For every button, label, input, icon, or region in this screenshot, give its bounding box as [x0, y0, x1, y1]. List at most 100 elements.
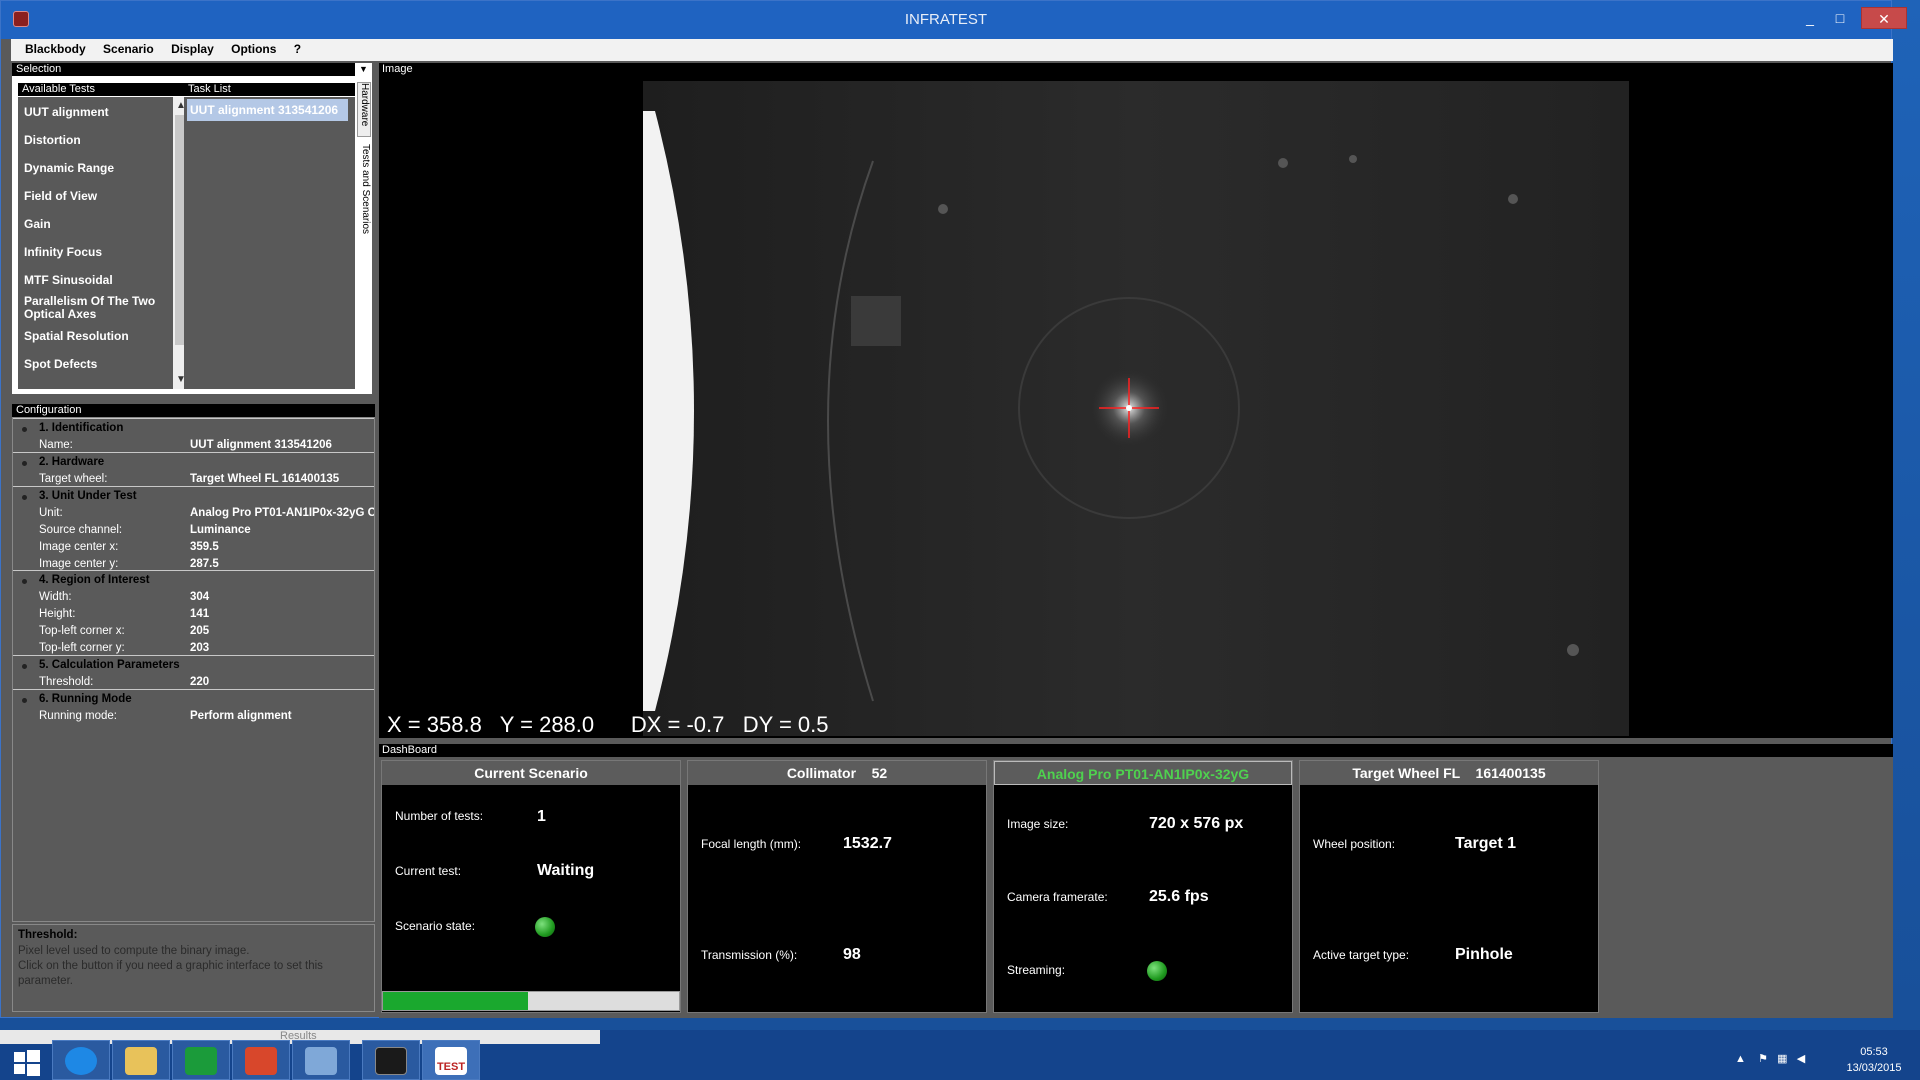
list-item[interactable]: Dynamic Range [24, 162, 164, 175]
collapse-icon[interactable] [22, 664, 27, 669]
chart-app-icon [375, 1047, 407, 1075]
config-group-region-of-interest: 4. Region of Interest Width: 304 Height:… [13, 570, 374, 655]
taskbar-file-explorer[interactable] [112, 1040, 170, 1080]
config-label: Height: [39, 608, 76, 620]
list-item[interactable]: Distortion [24, 134, 164, 147]
taskbar-network[interactable] [292, 1040, 350, 1080]
image-size-value: 720 x 576 px [1149, 815, 1244, 832]
config-value[interactable]: 304 [190, 591, 374, 603]
windows-start-icon[interactable] [8, 1044, 46, 1080]
config-group-title[interactable]: 4. Region of Interest [39, 574, 150, 586]
selection-header: Selection [12, 63, 372, 76]
maximize-button[interactable]: □ [1826, 7, 1854, 29]
collapse-icon[interactable] [22, 461, 27, 466]
image-viewer[interactable]: X = 358.8 Y = 288.0 DX = -0.7 DY = 0.5 [379, 76, 1893, 738]
config-label: Target wheel: [39, 473, 108, 485]
scenario-card: Current Scenario Number of tests: 1 Curr… [381, 760, 681, 1013]
list-item[interactable]: MTF Sinusoidal [24, 274, 164, 287]
config-value[interactable]: Luminance [190, 524, 374, 536]
camera-frame [643, 81, 1629, 736]
config-group-title[interactable]: 2. Hardware [39, 456, 104, 468]
network-tray-icon[interactable]: ▦ [1777, 1053, 1787, 1065]
target-wheel-card-title: Target Wheel FL 161400135 [1300, 761, 1598, 785]
config-value[interactable]: UUT alignment 313541206 [190, 439, 374, 451]
config-value[interactable]: Perform alignment [190, 710, 374, 722]
minimize-button[interactable]: _ [1796, 7, 1824, 29]
task-list-header: Task List [184, 83, 361, 96]
taskbar-store[interactable] [172, 1040, 230, 1080]
network-icon [305, 1047, 337, 1075]
transmission-value: 98 [843, 946, 861, 963]
taskbar-chart-app[interactable] [362, 1040, 420, 1080]
spot [938, 204, 948, 214]
available-tests-list: UUT alignment Distortion Dynamic Range F… [18, 97, 173, 389]
infratest-test-icon: TEST [435, 1047, 467, 1075]
menu-help[interactable]: ? [280, 39, 301, 56]
config-value[interactable]: 359.5 [190, 541, 374, 553]
grid-pattern [851, 296, 901, 346]
config-group-title[interactable]: 3. Unit Under Test [39, 490, 137, 502]
config-value[interactable]: 287.5 [190, 558, 374, 570]
collapse-icon[interactable] [22, 579, 27, 584]
collimator-card: Collimator 52 Focal length (mm): 1532.7 … [687, 760, 987, 1013]
menu-options[interactable]: Options [217, 39, 276, 56]
config-label: Threshold: [39, 676, 94, 688]
target-type-value: Pinhole [1455, 946, 1513, 963]
taskbar-infratest[interactable]: TEST [422, 1040, 480, 1080]
menu-display[interactable]: Display [157, 39, 214, 56]
config-group-title[interactable]: 5. Calculation Parameters [39, 659, 180, 671]
taskbar-clock[interactable]: 05:53 13/03/2015 [1834, 1044, 1914, 1076]
side-tabs: Hardware Tests and Scenarios [355, 76, 372, 394]
list-item[interactable]: Parallelism Of The Two Optical Axes [24, 295, 164, 321]
config-value[interactable]: Analog Pro PT01-AN1IP0x-32yG C [190, 507, 374, 519]
config-group-unit-under-test: 3. Unit Under Test Unit: Analog Pro PT01… [13, 486, 374, 570]
list-item[interactable]: Infinity Focus [24, 246, 164, 259]
tray-up-arrow-icon[interactable]: ▲ [1735, 1053, 1746, 1065]
framerate-value: 25.6 fps [1149, 888, 1209, 905]
collapse-icon[interactable] [22, 495, 27, 500]
title-bar[interactable]: INFRATEST [1, 1, 1891, 39]
clock-date: 13/03/2015 [1846, 1062, 1902, 1074]
help-text: Pixel level used to compute the binary i… [18, 945, 323, 987]
help-title: Threshold: [18, 929, 78, 941]
selection-panel: Available Tests UUT alignment Distortion… [12, 76, 372, 394]
config-group-title[interactable]: 1. Identification [39, 422, 123, 434]
config-group-title[interactable]: 6. Running Mode [39, 693, 132, 705]
target-type-label: Active target type: [1313, 948, 1410, 962]
list-item[interactable]: Gain [24, 218, 164, 231]
collapse-icon[interactable] [22, 427, 27, 432]
list-item[interactable]: Field of View [24, 190, 164, 203]
system-tray[interactable]: ▲ ⚑ ▦ ◀ [1735, 1052, 1805, 1072]
spot [1508, 194, 1518, 204]
streaming-label: Streaming: [1007, 963, 1066, 977]
menu-bar: Blackbody Scenario Display Options ? [11, 39, 1893, 61]
volume-icon[interactable]: ◀ [1797, 1053, 1805, 1065]
config-group-identification: 1. Identification Name: UUT alignment 31… [13, 418, 374, 452]
menu-scenario[interactable]: Scenario [89, 39, 154, 56]
config-group-hardware: 2. Hardware Target wheel: Target Wheel F… [13, 452, 374, 486]
list-item[interactable]: Spot Defects [24, 358, 164, 371]
list-item[interactable]: UUT alignment [24, 106, 164, 119]
tab-tests-and-scenarios[interactable]: Tests and Scenarios [357, 144, 371, 324]
flag-icon[interactable]: ⚑ [1758, 1053, 1768, 1065]
config-value[interactable]: Target Wheel FL 161400135 [190, 473, 374, 485]
task-item[interactable]: UUT alignment 313541206 [187, 99, 348, 121]
configuration-panel: 1. Identification Name: UUT alignment 31… [12, 417, 375, 922]
config-value[interactable]: 220 [190, 676, 374, 688]
config-value[interactable]: 203 [190, 642, 374, 654]
streaming-led-icon [1147, 961, 1167, 981]
config-group-calculation-parameters: 5. Calculation Parameters Threshold: 220 [13, 655, 374, 689]
taskbar-internet-explorer[interactable] [52, 1040, 110, 1080]
close-button[interactable]: ✕ [1861, 7, 1907, 29]
list-item[interactable]: Spatial Resolution [24, 330, 164, 343]
config-value[interactable]: 205 [190, 625, 374, 637]
menu-blackbody[interactable]: Blackbody [11, 39, 86, 56]
collapse-icon[interactable] [22, 698, 27, 703]
office-icon [245, 1047, 277, 1075]
taskbar-office[interactable] [232, 1040, 290, 1080]
config-value[interactable]: 141 [190, 608, 374, 620]
wheel-position-value: Target 1 [1455, 835, 1517, 852]
chevron-down-icon[interactable]: ▼ [355, 63, 372, 76]
dashboard-header: DashBoard [379, 744, 1893, 757]
tab-hardware[interactable]: Hardware [357, 82, 371, 137]
